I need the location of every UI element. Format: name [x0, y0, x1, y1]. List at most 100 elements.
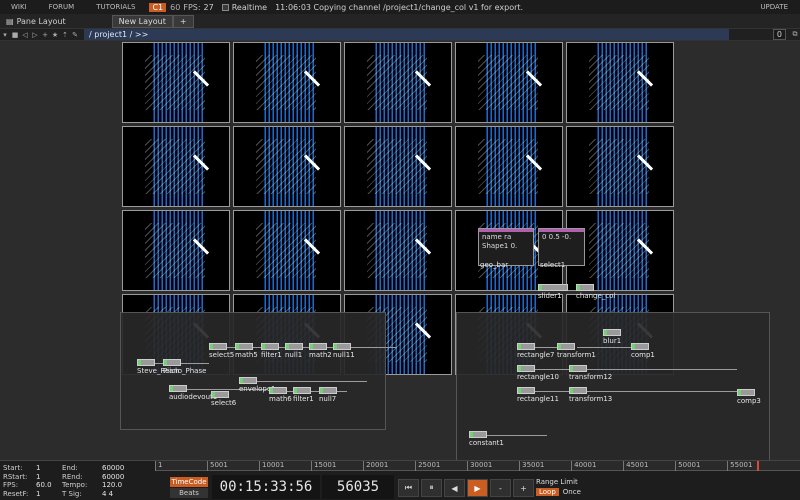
viewer-cell[interactable] — [233, 42, 341, 123]
top-node[interactable]: comp3 — [737, 389, 761, 405]
viewer-cell[interactable] — [122, 210, 230, 291]
node-box[interactable] — [209, 343, 227, 350]
top-node[interactable]: rectangle11 — [517, 387, 559, 403]
node-box[interactable] — [211, 391, 229, 398]
chop-node[interactable]: math6 — [269, 387, 292, 403]
once-toggle[interactable]: Once — [563, 488, 581, 496]
tab-new-layout[interactable]: New Layout — [111, 14, 173, 28]
add-icon[interactable]: + — [40, 31, 50, 39]
node-box[interactable] — [517, 365, 535, 372]
up-icon[interactable]: ⇡ — [60, 31, 70, 39]
pane-menu-icon[interactable]: ▾ — [0, 31, 10, 39]
node-box[interactable] — [261, 343, 279, 350]
chop-node[interactable]: filter1 — [293, 387, 314, 403]
node-box[interactable] — [603, 329, 621, 336]
node-box[interactable] — [569, 365, 587, 372]
top-node[interactable]: rectangle7 — [517, 343, 555, 359]
node-box[interactable] — [169, 385, 187, 392]
timecode-display[interactable]: 00:15:33:56 — [212, 475, 320, 499]
top-node[interactable]: transform1 — [557, 343, 596, 359]
node-box[interactable] — [517, 343, 535, 350]
viewer-cell[interactable] — [566, 42, 674, 123]
top-network-pane[interactable]: blur1 rectangle7 transform1 comp1 rectangle1… — [456, 312, 770, 460]
node-box[interactable] — [569, 387, 587, 394]
step-back-button[interactable]: - — [490, 479, 511, 497]
chop-node[interactable]: Piano_Phase — [163, 359, 206, 375]
loop-toggle[interactable]: Loop — [536, 488, 559, 496]
node-box[interactable] — [309, 343, 327, 350]
realtime-toggle[interactable]: Realtime — [221, 3, 267, 12]
slider1-box[interactable] — [538, 284, 568, 291]
back-icon[interactable]: ◁ — [20, 31, 30, 39]
stop-icon[interactable]: ■ — [10, 31, 20, 39]
top-node[interactable]: blur1 — [603, 329, 621, 345]
top-node[interactable]: comp1 — [631, 343, 655, 359]
chop-node[interactable]: math2 — [309, 343, 332, 359]
node-box[interactable] — [137, 359, 155, 366]
rewind-button[interactable]: ⏮ — [398, 479, 419, 497]
timeline-ruler[interactable]: 1 5001 10001 15001 20001 25001 30001 35001 40001… — [155, 461, 800, 471]
node-box[interactable] — [469, 431, 487, 438]
viewer-cell[interactable] — [233, 126, 341, 207]
pane-layout-button[interactable]: ▤ Pane Layout — [0, 17, 72, 26]
add-tab-button[interactable]: + — [172, 14, 194, 28]
top-node[interactable]: transform13 — [569, 387, 612, 403]
node-box[interactable] — [285, 343, 303, 350]
node-box[interactable] — [163, 359, 181, 366]
chop-node[interactable]: null1 — [285, 343, 303, 359]
beats-toggle[interactable]: Beats — [170, 488, 208, 498]
slider1-node[interactable]: slider1 — [538, 284, 568, 300]
network-path[interactable]: / project1 / >> — [84, 29, 729, 40]
playhead[interactable] — [756, 461, 759, 471]
chop-node[interactable]: null7 — [319, 387, 337, 403]
viewer-cell[interactable] — [233, 210, 341, 291]
node-box[interactable] — [333, 343, 351, 350]
menu-wiki[interactable]: WIKI — [0, 3, 38, 11]
node-box[interactable] — [319, 387, 337, 394]
viewer-cell[interactable] — [455, 126, 563, 207]
change-col-node[interactable]: change_col — [576, 284, 615, 300]
network-editor[interactable]: name ra Shape1 0. geo_bar 0 0.5 -0. sele… — [0, 41, 800, 460]
pause-button[interactable]: ⏸ — [421, 479, 442, 497]
node-box[interactable] — [239, 377, 257, 384]
star-icon[interactable]: ★ — [50, 31, 60, 39]
node-box[interactable] — [235, 343, 253, 350]
update-button[interactable]: UPDATE — [748, 3, 800, 11]
chop-node[interactable]: null11 — [333, 343, 355, 359]
top-node[interactable]: constant1 — [469, 431, 504, 447]
viewer-cell[interactable] — [344, 126, 452, 207]
viewer-cell[interactable] — [344, 42, 452, 123]
chop-network-pane[interactable]: Steve_Reich Piano_Phase select5 math5 filter… — [120, 312, 397, 430]
chop-node[interactable]: select5 — [209, 343, 234, 359]
viewer-cell[interactable] — [122, 126, 230, 207]
menu-tutorials[interactable]: TUTORIALS — [85, 3, 146, 11]
step-forward-button[interactable]: + — [513, 479, 534, 497]
node-box[interactable] — [293, 387, 311, 394]
chop-node[interactable]: select6 — [211, 391, 236, 407]
viewer-cell[interactable] — [122, 42, 230, 123]
chop-node[interactable]: math5 — [235, 343, 258, 359]
play-reverse-button[interactable]: ◀ — [444, 479, 465, 497]
top-node[interactable]: rectangle10 — [517, 365, 559, 381]
change-col-box[interactable] — [576, 284, 594, 291]
timecode-toggle[interactable]: TimeCode — [170, 477, 208, 487]
node-box[interactable] — [631, 343, 649, 350]
node-box[interactable] — [269, 387, 287, 394]
chop-node[interactable]: filter1 — [261, 343, 282, 359]
cook-badge[interactable]: C1 — [149, 2, 167, 12]
viewer-cell[interactable] — [455, 42, 563, 123]
frame-display[interactable]: 56035 — [322, 475, 394, 499]
pane-options-icon[interactable]: ⧉ — [790, 30, 800, 39]
top-node[interactable]: transform12 — [569, 365, 612, 381]
viewer-cell[interactable] — [344, 210, 452, 291]
node-box[interactable] — [517, 387, 535, 394]
chop-node[interactable]: audiodevout1 — [169, 385, 217, 401]
menu-forum[interactable]: FORUM — [38, 3, 86, 11]
play-button[interactable]: ▶ — [467, 479, 488, 497]
node-box[interactable] — [557, 343, 575, 350]
viewer-cell[interactable] — [566, 126, 674, 207]
realtime-checkbox[interactable] — [221, 3, 229, 11]
pencil-icon[interactable]: ✎ — [70, 31, 80, 39]
forward-icon[interactable]: ▷ — [30, 31, 40, 39]
node-box[interactable] — [737, 389, 755, 396]
